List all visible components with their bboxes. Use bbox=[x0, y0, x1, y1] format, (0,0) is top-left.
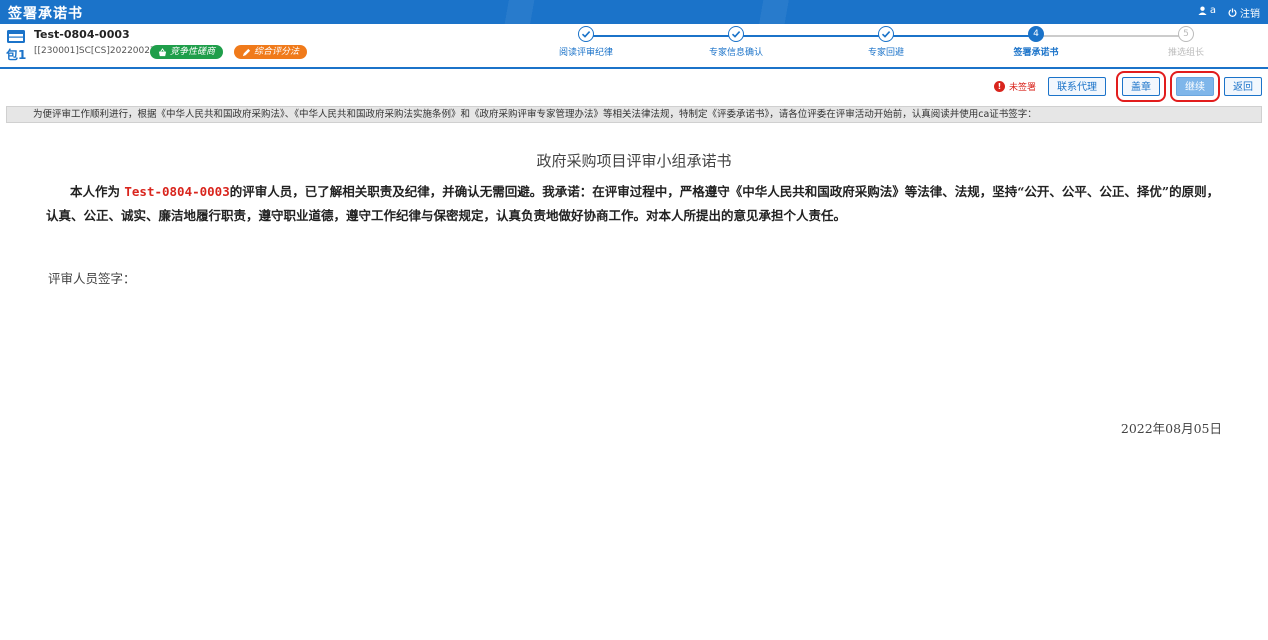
sign-status-text: 未签署 bbox=[1008, 83, 1036, 93]
project-name: Test-0804-0003 bbox=[34, 28, 130, 41]
user-name: a bbox=[1209, 5, 1216, 16]
logout-button[interactable]: 注销 bbox=[1228, 5, 1260, 20]
step-recusal: 专家回避 bbox=[836, 26, 936, 58]
user-menu[interactable]: a bbox=[1198, 5, 1216, 16]
step-number: 4 bbox=[1028, 26, 1044, 42]
package-icon bbox=[7, 30, 25, 43]
procurement-method-badge: 竞争性磋商 bbox=[150, 45, 224, 59]
alert-icon: ! bbox=[993, 81, 1005, 92]
pencil-icon bbox=[242, 48, 251, 56]
logout-label: 注销 bbox=[1240, 9, 1260, 20]
notice-bar: 为便评审工作顺利进行，根据《中华人民共和国政府采购法》、《中华人民共和国政府采购… bbox=[6, 106, 1262, 123]
check-icon bbox=[578, 26, 594, 42]
continue-button[interactable]: 继续 bbox=[1170, 71, 1220, 102]
project-reference: Test-0804-0003 bbox=[124, 184, 230, 199]
contact-agent-button[interactable]: 联系代理 bbox=[1048, 77, 1106, 96]
signature-label: 评审人员签字： bbox=[48, 271, 136, 286]
check-icon bbox=[728, 26, 744, 42]
step-read-discipline: 阅读评审纪律 bbox=[536, 26, 636, 58]
step-confirm-info: 专家信息确认 bbox=[686, 26, 786, 58]
stamp-button[interactable]: 盖章 bbox=[1116, 71, 1166, 102]
body-prefix: 本人作为 bbox=[70, 184, 121, 199]
document-body: 本人作为 Test-0804-0003的评审人员，已了解相关职责及纪律，并确认无… bbox=[46, 180, 1226, 228]
sign-status: ! 未签署 bbox=[993, 80, 1036, 93]
action-toolbar: ! 未签署 联系代理 盖章 继续 返回 bbox=[993, 71, 1262, 102]
project-header: 包1 Test-0804-0003 [[230001]SC[CS]2022002… bbox=[0, 24, 1268, 69]
evaluation-method-badge: 综合评分法 bbox=[234, 45, 308, 59]
project-code: [[230001]SC[CS]20220027 bbox=[34, 46, 156, 56]
document-date: 2022年08月05日 bbox=[1120, 421, 1222, 436]
progress-steps: 阅读评审纪律 专家信息确认 专家回避 4 签署承诺书 5 推选组长 bbox=[540, 24, 1260, 67]
user-icon bbox=[1198, 6, 1207, 15]
power-icon bbox=[1228, 8, 1237, 17]
step-elect-leader: 5 推选组长 bbox=[1136, 26, 1236, 58]
step-sign-commitment: 4 签署承诺书 bbox=[986, 26, 1086, 58]
document-title: 政府采购项目评审小组承诺书 bbox=[536, 152, 732, 170]
package-label: 包1 bbox=[6, 48, 27, 62]
top-bar: 签署承诺书 a 注销 bbox=[0, 0, 1268, 24]
back-button[interactable]: 返回 bbox=[1224, 77, 1262, 96]
basket-icon bbox=[158, 47, 167, 56]
step-number: 5 bbox=[1178, 26, 1194, 42]
check-icon bbox=[878, 26, 894, 42]
app-title: 签署承诺书 bbox=[8, 6, 83, 22]
